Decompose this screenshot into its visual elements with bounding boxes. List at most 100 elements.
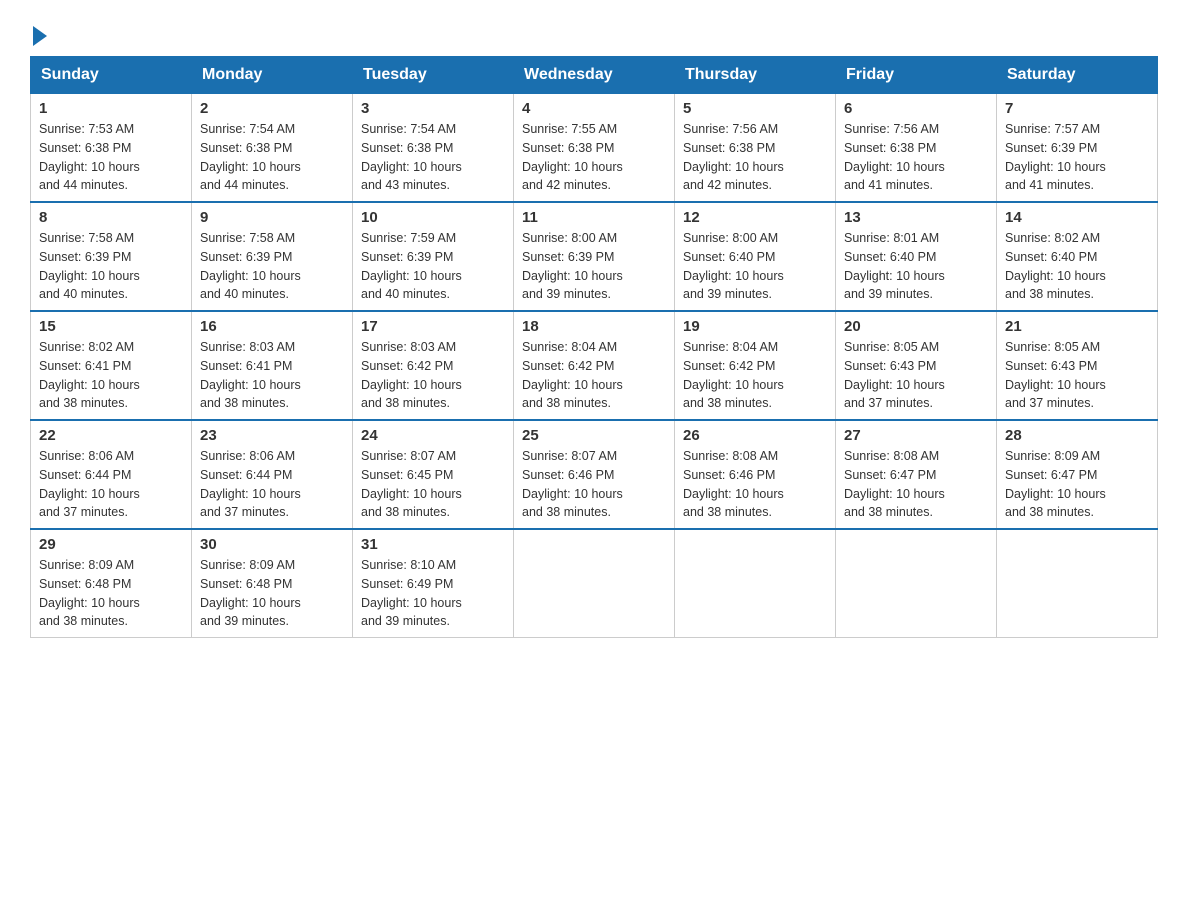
day-info: Sunrise: 8:10 AM Sunset: 6:49 PM Dayligh… [361,556,505,631]
calendar-cell: 8 Sunrise: 7:58 AM Sunset: 6:39 PM Dayli… [31,202,192,311]
calendar-cell: 11 Sunrise: 8:00 AM Sunset: 6:39 PM Dayl… [514,202,675,311]
calendar-week-1: 1 Sunrise: 7:53 AM Sunset: 6:38 PM Dayli… [31,93,1158,202]
day-info: Sunrise: 8:08 AM Sunset: 6:47 PM Dayligh… [844,447,988,522]
day-info: Sunrise: 7:54 AM Sunset: 6:38 PM Dayligh… [200,120,344,195]
calendar-cell [836,529,997,638]
day-number: 19 [683,318,827,335]
day-number: 15 [39,318,183,335]
day-info: Sunrise: 8:07 AM Sunset: 6:46 PM Dayligh… [522,447,666,522]
day-info: Sunrise: 7:56 AM Sunset: 6:38 PM Dayligh… [683,120,827,195]
day-number: 14 [1005,209,1149,226]
day-info: Sunrise: 7:57 AM Sunset: 6:39 PM Dayligh… [1005,120,1149,195]
day-number: 26 [683,427,827,444]
day-number: 20 [844,318,988,335]
calendar-week-5: 29 Sunrise: 8:09 AM Sunset: 6:48 PM Dayl… [31,529,1158,638]
weekday-header-row: Sunday Monday Tuesday Wednesday Thursday… [31,57,1158,93]
day-info: Sunrise: 7:59 AM Sunset: 6:39 PM Dayligh… [361,229,505,304]
calendar-cell: 7 Sunrise: 7:57 AM Sunset: 6:39 PM Dayli… [997,93,1158,202]
day-info: Sunrise: 8:03 AM Sunset: 6:41 PM Dayligh… [200,338,344,413]
day-number: 5 [683,100,827,117]
logo [30,20,47,46]
day-number: 29 [39,536,183,553]
day-info: Sunrise: 8:05 AM Sunset: 6:43 PM Dayligh… [1005,338,1149,413]
calendar-table: Sunday Monday Tuesday Wednesday Thursday… [30,56,1158,638]
calendar-week-3: 15 Sunrise: 8:02 AM Sunset: 6:41 PM Dayl… [31,311,1158,420]
calendar-cell: 24 Sunrise: 8:07 AM Sunset: 6:45 PM Dayl… [353,420,514,529]
day-info: Sunrise: 8:01 AM Sunset: 6:40 PM Dayligh… [844,229,988,304]
day-number: 23 [200,427,344,444]
calendar-cell: 13 Sunrise: 8:01 AM Sunset: 6:40 PM Dayl… [836,202,997,311]
day-number: 13 [844,209,988,226]
day-number: 18 [522,318,666,335]
day-info: Sunrise: 7:58 AM Sunset: 6:39 PM Dayligh… [39,229,183,304]
header-sunday: Sunday [31,57,192,93]
day-number: 9 [200,209,344,226]
calendar-cell: 1 Sunrise: 7:53 AM Sunset: 6:38 PM Dayli… [31,93,192,202]
calendar-cell: 22 Sunrise: 8:06 AM Sunset: 6:44 PM Dayl… [31,420,192,529]
day-info: Sunrise: 8:07 AM Sunset: 6:45 PM Dayligh… [361,447,505,522]
calendar-cell: 15 Sunrise: 8:02 AM Sunset: 6:41 PM Dayl… [31,311,192,420]
calendar-cell: 4 Sunrise: 7:55 AM Sunset: 6:38 PM Dayli… [514,93,675,202]
calendar-cell: 30 Sunrise: 8:09 AM Sunset: 6:48 PM Dayl… [192,529,353,638]
page-header [30,20,1158,46]
calendar-cell: 20 Sunrise: 8:05 AM Sunset: 6:43 PM Dayl… [836,311,997,420]
calendar-cell: 26 Sunrise: 8:08 AM Sunset: 6:46 PM Dayl… [675,420,836,529]
day-info: Sunrise: 7:56 AM Sunset: 6:38 PM Dayligh… [844,120,988,195]
day-number: 21 [1005,318,1149,335]
day-number: 1 [39,100,183,117]
day-info: Sunrise: 7:53 AM Sunset: 6:38 PM Dayligh… [39,120,183,195]
calendar-week-4: 22 Sunrise: 8:06 AM Sunset: 6:44 PM Dayl… [31,420,1158,529]
day-number: 3 [361,100,505,117]
header-tuesday: Tuesday [353,57,514,93]
calendar-cell [997,529,1158,638]
calendar-cell: 28 Sunrise: 8:09 AM Sunset: 6:47 PM Dayl… [997,420,1158,529]
calendar-cell [675,529,836,638]
day-number: 24 [361,427,505,444]
calendar-cell: 17 Sunrise: 8:03 AM Sunset: 6:42 PM Dayl… [353,311,514,420]
day-info: Sunrise: 7:55 AM Sunset: 6:38 PM Dayligh… [522,120,666,195]
day-info: Sunrise: 8:00 AM Sunset: 6:40 PM Dayligh… [683,229,827,304]
day-number: 6 [844,100,988,117]
calendar-cell: 14 Sunrise: 8:02 AM Sunset: 6:40 PM Dayl… [997,202,1158,311]
day-number: 31 [361,536,505,553]
calendar-cell: 16 Sunrise: 8:03 AM Sunset: 6:41 PM Dayl… [192,311,353,420]
day-info: Sunrise: 8:09 AM Sunset: 6:48 PM Dayligh… [39,556,183,631]
day-info: Sunrise: 8:08 AM Sunset: 6:46 PM Dayligh… [683,447,827,522]
calendar-cell: 29 Sunrise: 8:09 AM Sunset: 6:48 PM Dayl… [31,529,192,638]
day-info: Sunrise: 7:58 AM Sunset: 6:39 PM Dayligh… [200,229,344,304]
calendar-cell: 19 Sunrise: 8:04 AM Sunset: 6:42 PM Dayl… [675,311,836,420]
day-info: Sunrise: 8:04 AM Sunset: 6:42 PM Dayligh… [522,338,666,413]
day-number: 12 [683,209,827,226]
calendar-cell: 25 Sunrise: 8:07 AM Sunset: 6:46 PM Dayl… [514,420,675,529]
day-number: 27 [844,427,988,444]
day-number: 25 [522,427,666,444]
calendar-cell: 9 Sunrise: 7:58 AM Sunset: 6:39 PM Dayli… [192,202,353,311]
calendar-cell: 21 Sunrise: 8:05 AM Sunset: 6:43 PM Dayl… [997,311,1158,420]
day-number: 2 [200,100,344,117]
day-number: 4 [522,100,666,117]
day-info: Sunrise: 8:05 AM Sunset: 6:43 PM Dayligh… [844,338,988,413]
day-number: 17 [361,318,505,335]
day-info: Sunrise: 8:00 AM Sunset: 6:39 PM Dayligh… [522,229,666,304]
day-info: Sunrise: 8:06 AM Sunset: 6:44 PM Dayligh… [39,447,183,522]
day-info: Sunrise: 8:02 AM Sunset: 6:40 PM Dayligh… [1005,229,1149,304]
calendar-cell: 12 Sunrise: 8:00 AM Sunset: 6:40 PM Dayl… [675,202,836,311]
header-saturday: Saturday [997,57,1158,93]
logo-arrow-icon [33,26,47,46]
day-number: 10 [361,209,505,226]
calendar-cell: 31 Sunrise: 8:10 AM Sunset: 6:49 PM Dayl… [353,529,514,638]
day-number: 16 [200,318,344,335]
day-info: Sunrise: 7:54 AM Sunset: 6:38 PM Dayligh… [361,120,505,195]
calendar-cell: 5 Sunrise: 7:56 AM Sunset: 6:38 PM Dayli… [675,93,836,202]
header-thursday: Thursday [675,57,836,93]
header-friday: Friday [836,57,997,93]
calendar-cell: 2 Sunrise: 7:54 AM Sunset: 6:38 PM Dayli… [192,93,353,202]
calendar-cell: 23 Sunrise: 8:06 AM Sunset: 6:44 PM Dayl… [192,420,353,529]
day-number: 30 [200,536,344,553]
day-number: 8 [39,209,183,226]
calendar-cell: 6 Sunrise: 7:56 AM Sunset: 6:38 PM Dayli… [836,93,997,202]
day-info: Sunrise: 8:09 AM Sunset: 6:48 PM Dayligh… [200,556,344,631]
calendar-cell: 3 Sunrise: 7:54 AM Sunset: 6:38 PM Dayli… [353,93,514,202]
day-number: 7 [1005,100,1149,117]
day-number: 22 [39,427,183,444]
